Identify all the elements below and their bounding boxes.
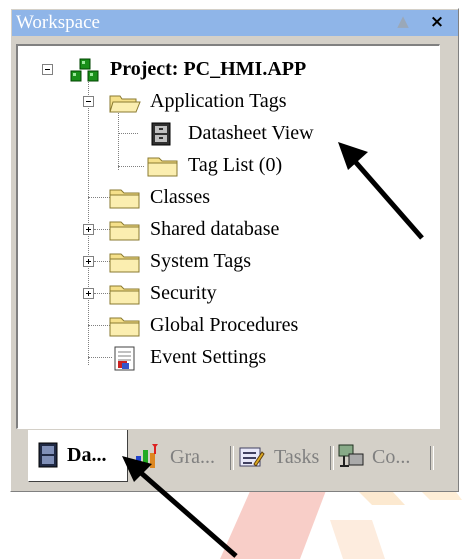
folder-icon [108,186,142,215]
tree-node-project[interactable]: Project: PC_HMI.APP [18,56,438,82]
tab-label: Tasks [274,446,320,468]
collapse-expander[interactable] [42,64,53,75]
tab-database[interactable]: Da... [28,430,128,482]
folder-icon [108,218,142,247]
expand-expander[interactable] [83,224,94,235]
pin-button[interactable]: ▲ [390,12,416,34]
folder-icon [108,314,142,343]
event-settings-icon [112,346,138,377]
graphics-icon [134,442,164,475]
close-button[interactable]: × [424,12,450,34]
folder-icon [108,282,142,311]
tree-item-label: Application Tags [150,90,287,112]
tree-node-security[interactable]: Security [18,280,438,306]
tree-node-tag-list[interactable]: Tag List (0) [18,152,438,178]
expand-expander[interactable] [83,256,94,267]
workspace-title: Workspace [16,12,100,33]
project-icon [68,58,102,89]
folder-icon [146,154,180,183]
tree-node-global-procedures[interactable]: Global Procedures [18,312,438,338]
tab-separator [430,446,434,470]
tree-item-label: Global Procedures [150,314,299,336]
database-icon [37,442,59,473]
project-tree[interactable]: Project: PC_HMI.APP Application Tags Dat… [16,44,440,429]
tab-label: Gra... [170,446,215,468]
tab-graphics[interactable]: Gra... [134,436,230,476]
tree-node-application-tags[interactable]: Application Tags [18,88,438,114]
tree-item-label: System Tags [150,250,252,272]
tree-item-label: Event Settings [150,346,267,368]
tree-node-system-tags[interactable]: System Tags [18,248,438,274]
datasheet-icon [150,122,172,151]
folder-open-icon [108,90,142,119]
folder-icon [108,250,142,279]
tab-communication[interactable]: Co... [334,436,434,476]
tree-node-event-settings[interactable]: Event Settings [18,344,438,371]
tab-tasks[interactable]: Tasks [238,436,334,476]
collapse-expander[interactable] [83,96,94,107]
tree-node-shared-database[interactable]: Shared database [18,216,438,242]
tree-item-label: Datasheet View [188,122,314,144]
tab-separator [230,446,234,470]
expand-expander[interactable] [83,288,94,299]
workspace-tabbar: Da... Gra... Tasks Co... [16,430,440,486]
tree-item-label: Classes [150,186,210,208]
tree-node-classes[interactable]: Classes [18,184,438,210]
tree-item-label: Security [150,282,217,304]
tab-label: Co... [372,446,411,468]
tab-label: Da... [67,444,107,466]
comm-icon [336,442,366,475]
tree-node-datasheet-view[interactable]: Datasheet View [18,120,438,146]
tree-item-label: Tag List (0) [188,154,283,176]
tasks-icon [238,444,266,475]
project-label: Project: PC_HMI.APP [110,58,307,80]
tree-item-label: Shared database [150,218,280,240]
